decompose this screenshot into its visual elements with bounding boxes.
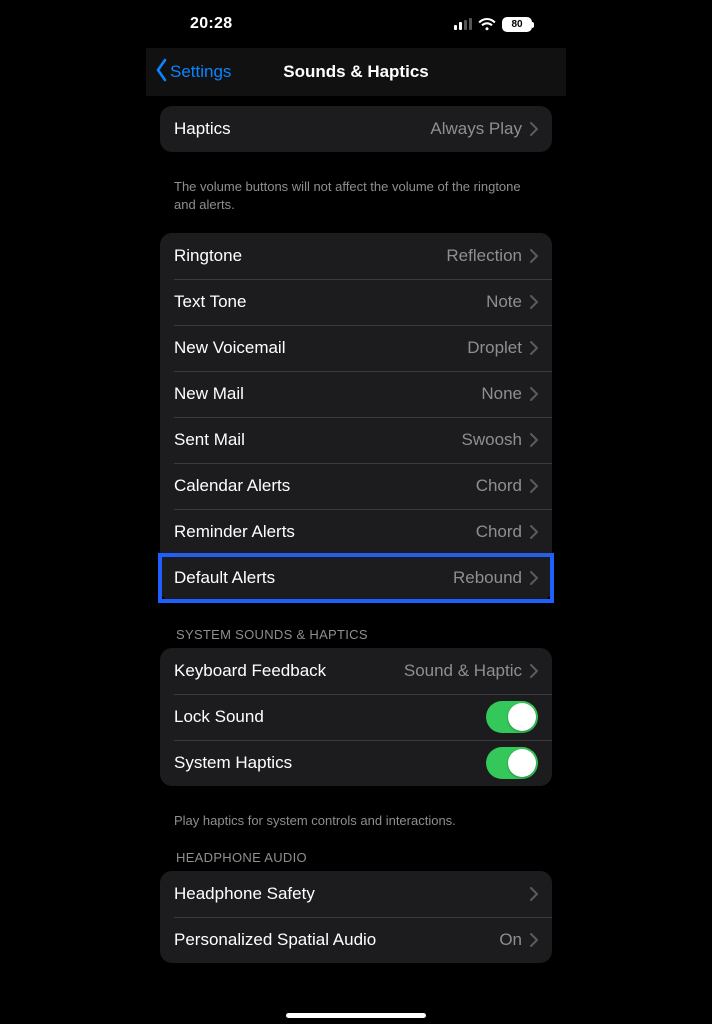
chevron-right-icon: [530, 887, 538, 901]
lock-sound-toggle[interactable]: [486, 701, 538, 733]
system-sounds-header: System Sounds & Haptics: [146, 621, 566, 648]
headphone-audio-header: Headphone Audio: [146, 844, 566, 871]
row-value: Rebound: [453, 568, 522, 588]
headphone-audio-group: Headphone Safety Personalized Spatial Au…: [160, 871, 552, 963]
status-indicators: 80: [454, 17, 532, 32]
home-indicator[interactable]: [286, 1013, 426, 1018]
system-sounds-group: Keyboard Feedback Sound & Haptic Lock So…: [160, 648, 552, 786]
row-value: Note: [486, 292, 522, 312]
system-haptics-toggle[interactable]: [486, 747, 538, 779]
row-value: Sound & Haptic: [404, 661, 522, 681]
row-sent-mail[interactable]: Sent Mail Swoosh: [160, 417, 552, 463]
row-ringtone[interactable]: Ringtone Reflection: [160, 233, 552, 279]
chevron-right-icon: [530, 387, 538, 401]
row-value: Reflection: [446, 246, 522, 266]
row-new-mail[interactable]: New Mail None: [160, 371, 552, 417]
nav-bar: Settings Sounds & Haptics: [146, 48, 566, 96]
row-value: None: [481, 384, 522, 404]
row-new-voicemail[interactable]: New Voicemail Droplet: [160, 325, 552, 371]
row-label: Haptics: [174, 119, 231, 139]
wifi-icon: [478, 18, 496, 31]
row-keyboard-feedback[interactable]: Keyboard Feedback Sound & Haptic: [160, 648, 552, 694]
chevron-right-icon: [530, 122, 538, 136]
row-value: Chord: [476, 522, 522, 542]
row-value: Chord: [476, 476, 522, 496]
row-value: On: [499, 930, 522, 950]
page-title: Sounds & Haptics: [283, 62, 428, 82]
chevron-right-icon: [530, 479, 538, 493]
chevron-right-icon: [530, 664, 538, 678]
row-label: Text Tone: [174, 292, 246, 312]
row-haptics[interactable]: Haptics Always Play: [160, 106, 552, 152]
status-time: 20:28: [190, 15, 232, 33]
chevron-right-icon: [530, 249, 538, 263]
row-label: System Haptics: [174, 753, 292, 773]
row-label: Keyboard Feedback: [174, 661, 326, 681]
chevron-right-icon: [530, 295, 538, 309]
chevron-right-icon: [530, 525, 538, 539]
back-button[interactable]: Settings: [154, 48, 231, 96]
chevron-right-icon: [530, 571, 538, 585]
row-label: Sent Mail: [174, 430, 245, 450]
row-label: New Voicemail: [174, 338, 286, 358]
row-value: Swoosh: [462, 430, 522, 450]
row-lock-sound[interactable]: Lock Sound: [160, 694, 552, 740]
row-label: Ringtone: [174, 246, 242, 266]
row-label: Headphone Safety: [174, 884, 315, 904]
back-label: Settings: [170, 62, 231, 82]
row-label: Personalized Spatial Audio: [174, 930, 376, 950]
ringer-group: Haptics Always Play: [160, 106, 552, 152]
row-system-haptics[interactable]: System Haptics: [160, 740, 552, 786]
battery-level: 80: [503, 18, 531, 31]
settings-scroll[interactable]: Haptics Always Play The volume buttons w…: [146, 96, 566, 1024]
cellular-signal-icon: [454, 18, 472, 30]
ringer-footer: The volume buttons will not affect the v…: [146, 172, 566, 213]
row-text-tone[interactable]: Text Tone Note: [160, 279, 552, 325]
battery-icon: 80: [502, 17, 532, 32]
row-value: Droplet: [467, 338, 522, 358]
chevron-right-icon: [530, 433, 538, 447]
status-bar: 20:28 80: [146, 0, 566, 48]
row-label: Lock Sound: [174, 707, 264, 727]
row-label: Calendar Alerts: [174, 476, 290, 496]
row-reminder-alerts[interactable]: Reminder Alerts Chord: [160, 509, 552, 555]
row-label: New Mail: [174, 384, 244, 404]
chevron-right-icon: [530, 341, 538, 355]
system-sounds-footer: Play haptics for system controls and int…: [146, 806, 566, 830]
chevron-right-icon: [530, 933, 538, 947]
row-calendar-alerts[interactable]: Calendar Alerts Chord: [160, 463, 552, 509]
phone-frame: 20:28 80 Settings Sounds & Haptics: [146, 0, 566, 1024]
row-label: Default Alerts: [174, 568, 275, 588]
sounds-group: Ringtone Reflection Text Tone Note New V…: [160, 233, 552, 601]
chevron-left-icon: [154, 58, 168, 87]
row-label: Reminder Alerts: [174, 522, 295, 542]
row-value: Always Play: [430, 119, 522, 139]
row-headphone-safety[interactable]: Headphone Safety: [160, 871, 552, 917]
row-personalized-spatial-audio[interactable]: Personalized Spatial Audio On: [160, 917, 552, 963]
row-default-alerts[interactable]: Default Alerts Rebound: [160, 555, 552, 601]
